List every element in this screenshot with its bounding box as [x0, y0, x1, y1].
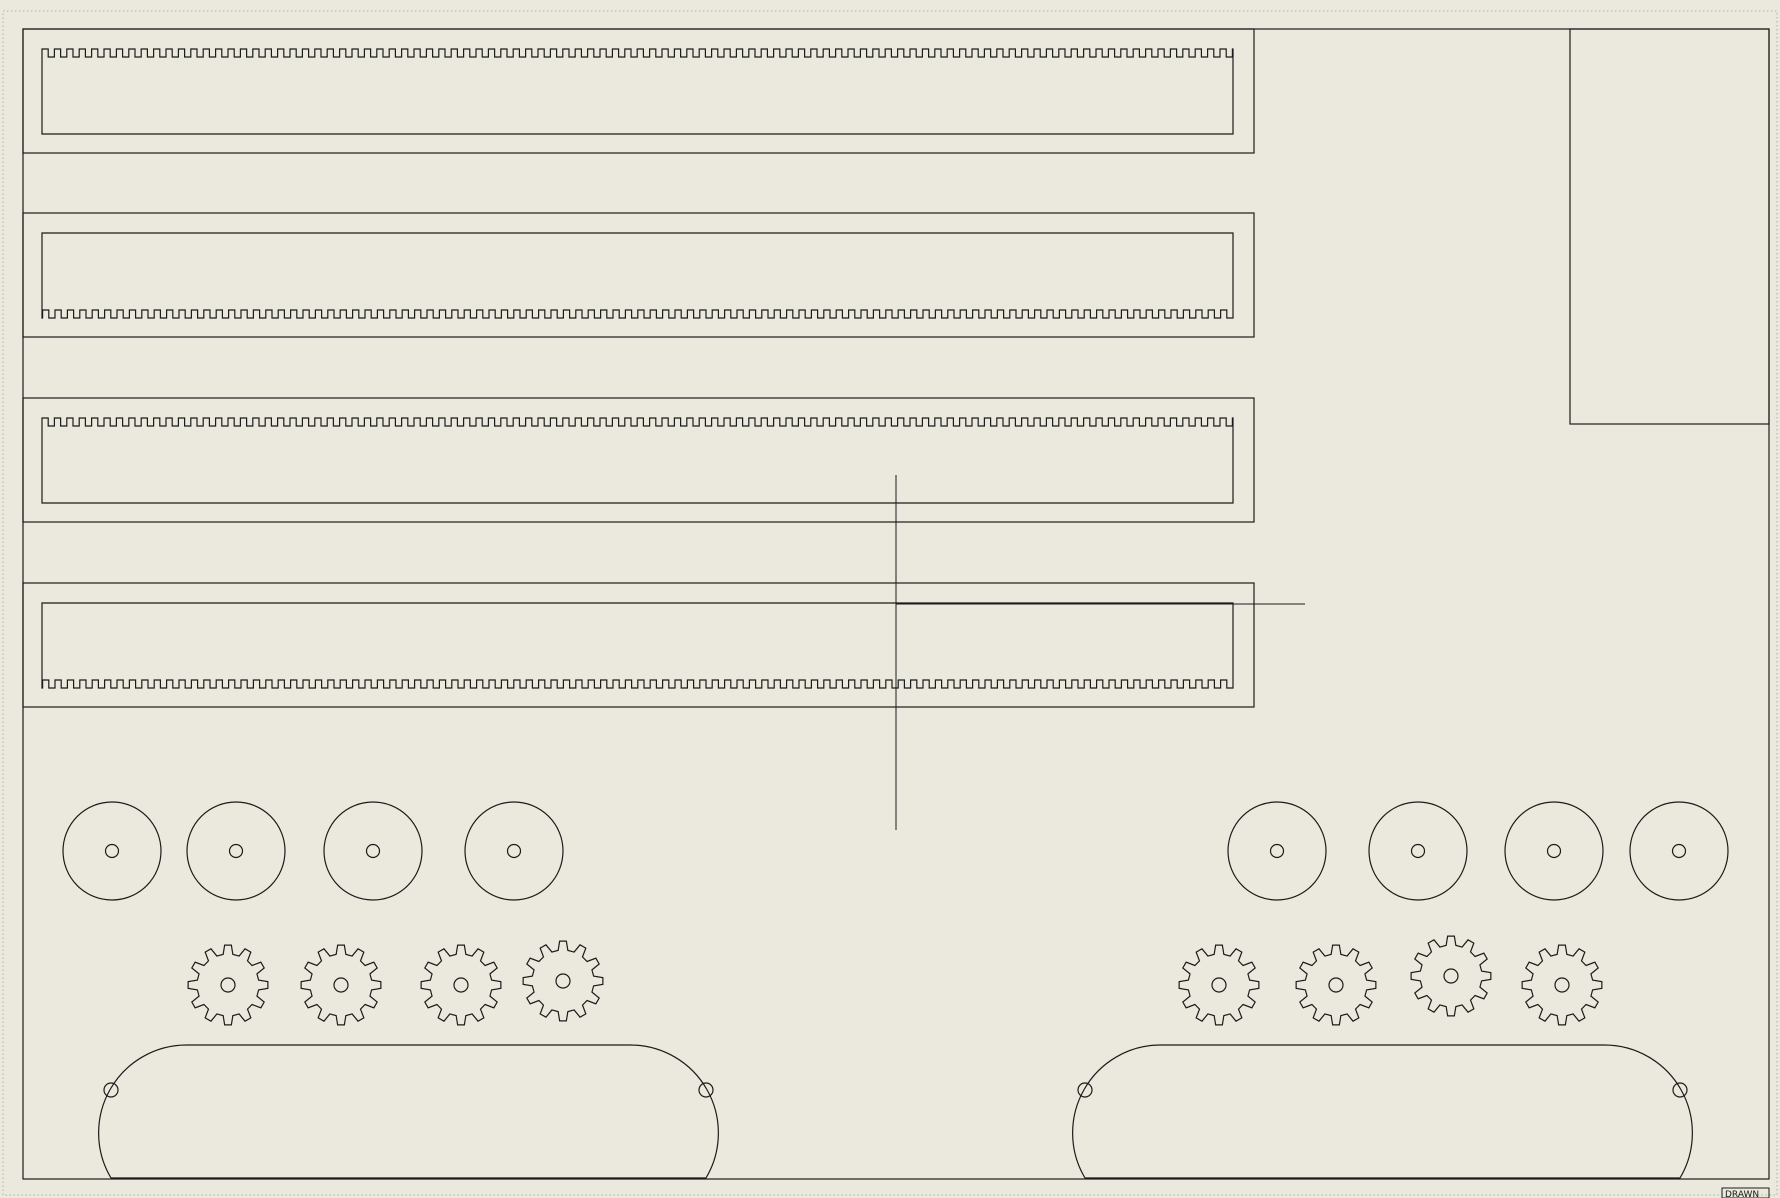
disc-2 — [186, 801, 286, 901]
disc-6 — [1368, 801, 1468, 901]
disc-7 — [1504, 801, 1604, 901]
gear-hole-1 — [220, 977, 236, 993]
gear-5 — [1178, 944, 1260, 1026]
gear-hole-8 — [1554, 977, 1570, 993]
disc-8 — [1629, 801, 1729, 901]
title-block-box — [1569, 28, 1770, 425]
gear-6 — [1295, 944, 1377, 1026]
disc-4 — [464, 801, 564, 901]
drawing-sheet: DRAWN — [2, 10, 1778, 1198]
drawn-label: DRAWN — [1725, 1190, 1759, 1198]
gear-hole-4 — [555, 973, 571, 989]
rack-group — [22, 28, 1255, 708]
link-hole-left-2 — [1077, 1082, 1093, 1098]
disc-hole-6 — [1410, 843, 1426, 859]
link-hole-right-2 — [1672, 1082, 1688, 1098]
disc-hole-7 — [1546, 843, 1562, 859]
disc-1 — [62, 801, 162, 901]
rack-4 — [41, 602, 1234, 689]
link-hole-left-1 — [103, 1082, 119, 1098]
gear-4 — [522, 940, 604, 1022]
gear-2 — [300, 944, 382, 1026]
gear-8 — [1521, 944, 1603, 1026]
disc-hole-5 — [1269, 843, 1285, 859]
gear-1 — [187, 944, 269, 1026]
gear-hole-3 — [453, 977, 469, 993]
link-hole-right-1 — [698, 1082, 714, 1098]
disc-hole-3 — [365, 843, 381, 859]
disc-hole-8 — [1671, 843, 1687, 859]
disc-hole-2 — [228, 843, 244, 859]
rack-3 — [41, 417, 1234, 504]
rack-1 — [41, 48, 1234, 135]
gear-hole-6 — [1328, 977, 1344, 993]
disc-hole-4 — [506, 843, 522, 859]
link-arm-1 — [98, 1044, 719, 1179]
gear-3 — [420, 944, 502, 1026]
link-arm-2 — [1072, 1044, 1693, 1179]
disc-hole-1 — [104, 843, 120, 859]
disc-5 — [1227, 801, 1327, 901]
disc-3 — [323, 801, 423, 901]
gear-hole-2 — [333, 977, 349, 993]
gear-group — [187, 935, 1603, 1026]
gear-7 — [1410, 935, 1492, 1017]
link-group — [98, 1044, 1693, 1179]
rack-2 — [41, 232, 1234, 319]
gear-hole-5 — [1211, 977, 1227, 993]
gear-hole-7 — [1443, 968, 1459, 984]
